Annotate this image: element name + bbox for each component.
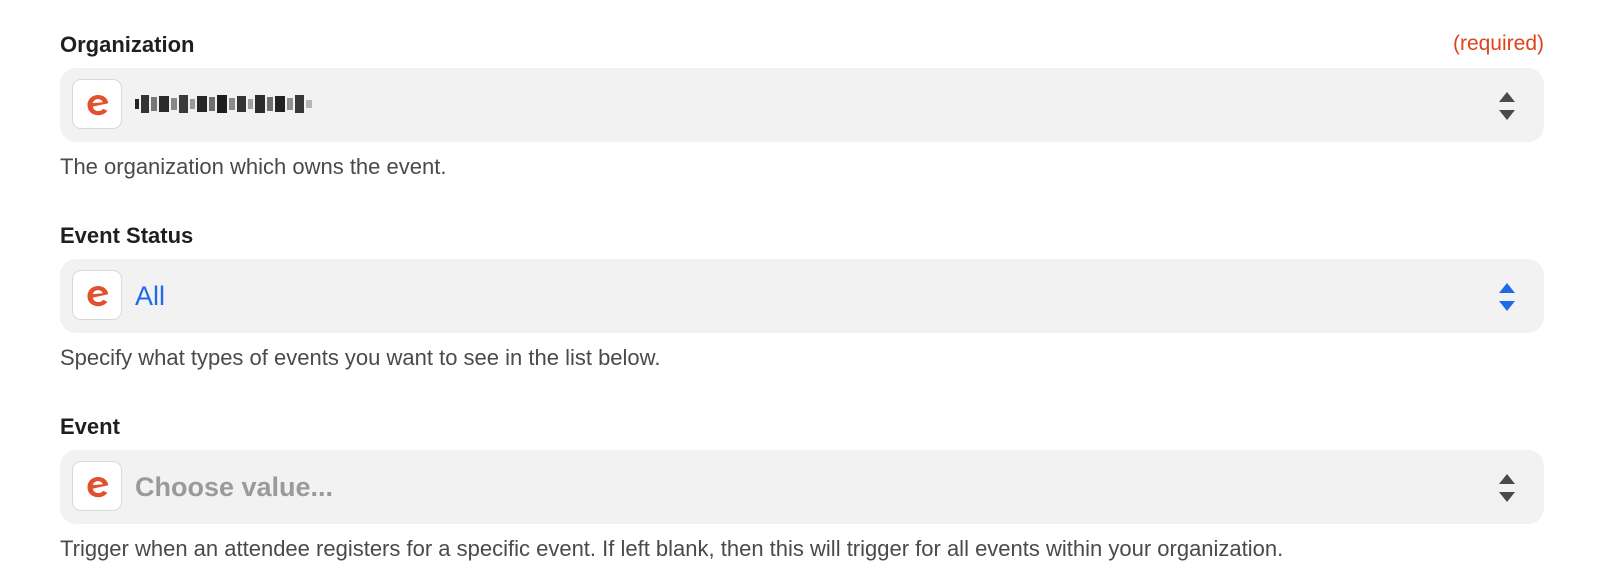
organization-help-text: The organization which owns the event. xyxy=(60,154,447,179)
up-down-chevron-icon xyxy=(1499,92,1515,120)
event-status-value: All xyxy=(135,281,166,311)
event-label-row: Event xyxy=(60,412,1544,440)
event-field: Event Choose value... Trigger when an at… xyxy=(60,412,1544,561)
event-status-label: Event Status xyxy=(60,223,194,248)
up-down-chevron-icon xyxy=(1499,283,1515,311)
organization-label: Organization xyxy=(60,32,195,57)
required-indicator: (required) xyxy=(1452,32,1544,55)
event-status-field: Event Status All Specify what types of e… xyxy=(60,221,1544,370)
eventbrite-e-icon xyxy=(87,95,109,116)
eventbrite-e-icon xyxy=(87,477,109,498)
organization-field: Organization (required) The organization… xyxy=(60,30,1544,179)
eventbrite-app-icon xyxy=(72,270,122,320)
organization-label-row: Organization (required) xyxy=(60,30,1544,58)
event-status-select[interactable]: All xyxy=(60,259,1544,333)
event-help-text: Trigger when an attendee registers for a… xyxy=(60,536,1284,561)
organization-select[interactable] xyxy=(60,68,1544,142)
up-down-chevron-icon xyxy=(1499,474,1515,502)
organization-value-obscured xyxy=(135,95,312,113)
eventbrite-app-icon xyxy=(72,461,122,511)
eventbrite-e-icon xyxy=(87,286,109,307)
event-status-help-text: Specify what types of events you want to… xyxy=(60,345,661,370)
event-label: Event xyxy=(60,414,120,439)
event-status-label-row: Event Status xyxy=(60,221,1544,249)
eventbrite-app-icon xyxy=(72,79,122,129)
event-select[interactable]: Choose value... xyxy=(60,450,1544,524)
event-placeholder: Choose value... xyxy=(135,472,334,502)
